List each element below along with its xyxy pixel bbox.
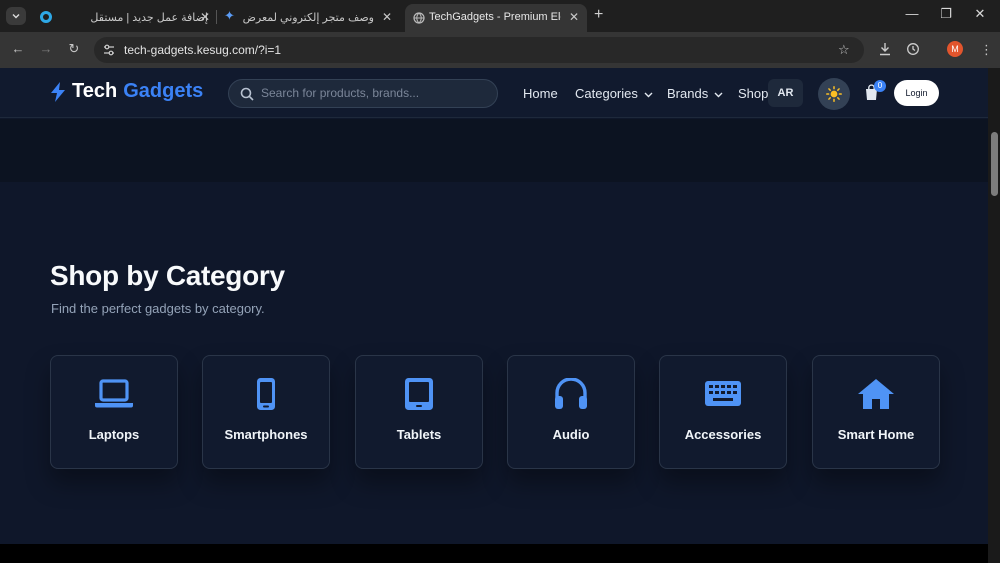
- laptop-icon: [95, 379, 133, 408]
- category-card-laptops[interactable]: Laptops: [50, 355, 178, 469]
- page-viewport: Tech Gadgets Home Categories Brands Shop…: [0, 68, 988, 563]
- cart-count-badge: 0: [874, 80, 886, 92]
- browser-tab-techgadgets[interactable]: TechGadgets - Premium Electro ✕: [405, 4, 587, 32]
- sun-icon: [826, 86, 842, 102]
- hero-banner-strip: [0, 119, 988, 182]
- tab-title: TechGadgets - Premium Electro: [429, 11, 561, 23]
- history-icon[interactable]: [906, 42, 920, 56]
- back-icon[interactable]: ←: [10, 41, 26, 56]
- browser-tab-mostaql[interactable]: إضافة عمل جديد | مستقل ✕: [34, 4, 214, 32]
- tab-favicon-icon: [40, 11, 52, 23]
- nav-home-link[interactable]: Home: [523, 86, 558, 101]
- theme-toggle-button[interactable]: [818, 78, 850, 110]
- site-header: Tech Gadgets Home Categories Brands Shop…: [0, 68, 988, 118]
- chevron-down-icon: [12, 14, 20, 19]
- search-icon: [240, 87, 254, 101]
- category-card-audio[interactable]: Audio: [507, 355, 635, 469]
- headphones-icon: [555, 378, 587, 409]
- browser-tab-bar: إضافة عمل جديد | مستقل ✕ ✦ وصف متجر إلكت…: [0, 0, 1000, 32]
- forward-icon[interactable]: →: [38, 41, 54, 56]
- tab-title: وصف متجر إلكتروني لمعرض الأ...: [242, 12, 374, 24]
- site-logo[interactable]: Tech Gadgets: [50, 80, 203, 103]
- tab-close-icon[interactable]: ✕: [567, 10, 581, 24]
- new-tab-icon[interactable]: +: [594, 6, 603, 24]
- download-icon[interactable]: [878, 42, 892, 56]
- shop-by-category-section: Shop by Category Find the perfect gadget…: [0, 182, 988, 544]
- category-card-smartphones[interactable]: Smartphones: [202, 355, 330, 469]
- nav-categories-label: Categories: [575, 86, 638, 101]
- logo-word-gadgets: Gadgets: [123, 80, 204, 102]
- category-label: Laptops: [88, 427, 140, 442]
- tab-close-icon[interactable]: ✕: [198, 10, 212, 24]
- category-label: Accessories: [684, 427, 762, 442]
- section-title: Shop by Category: [50, 260, 285, 291]
- category-card-tablets[interactable]: Tablets: [355, 355, 483, 469]
- url-text[interactable]: tech-gadgets.kesug.com/?i=1: [124, 43, 281, 57]
- globe-icon: [413, 12, 425, 24]
- profile-avatar[interactable]: M: [947, 41, 963, 57]
- category-card-accessories[interactable]: Accessories: [659, 355, 787, 469]
- browser-tab-gemini[interactable]: ✦ وصف متجر إلكتروني لمعرض الأ... ✕: [220, 4, 400, 32]
- restore-icon[interactable]: ❐: [936, 6, 956, 22]
- search-box: [228, 79, 498, 108]
- tab-separator: [216, 10, 217, 24]
- category-card-smart-home[interactable]: Smart Home: [812, 355, 940, 469]
- nav-brands-dropdown[interactable]: Brands: [667, 86, 723, 101]
- tab-close-icon[interactable]: ✕: [380, 10, 394, 24]
- keyboard-icon: [705, 381, 741, 406]
- gemini-sparkle-icon: ✦: [224, 8, 235, 23]
- tab-title: إضافة عمل جديد | مستقل: [90, 12, 208, 24]
- category-label: Smart Home: [837, 427, 915, 442]
- window-close-icon[interactable]: ✕: [970, 6, 990, 22]
- category-label: Smartphones: [224, 427, 308, 442]
- next-section-strip: [0, 544, 988, 563]
- category-label: Audio: [552, 427, 590, 442]
- minimize-icon[interactable]: —: [902, 6, 922, 21]
- login-button[interactable]: Login: [894, 80, 939, 106]
- tab-search-button[interactable]: [6, 7, 26, 25]
- nav-shop-link[interactable]: Shop: [738, 86, 768, 101]
- lightning-bolt-icon: [51, 81, 65, 102]
- menu-kebab-icon[interactable]: ⋮: [980, 42, 993, 58]
- search-input[interactable]: [261, 86, 491, 100]
- reload-icon[interactable]: ↻: [66, 41, 82, 57]
- home-icon: [858, 379, 894, 409]
- nav-categories-dropdown[interactable]: Categories: [575, 86, 653, 101]
- smartphone-icon: [257, 378, 275, 410]
- site-settings-icon[interactable]: [102, 43, 116, 57]
- nav-brands-label: Brands: [667, 86, 709, 101]
- category-label: Tablets: [396, 427, 442, 442]
- section-subtitle: Find the perfect gadgets by category.: [51, 301, 265, 316]
- language-toggle-button[interactable]: AR: [768, 79, 803, 107]
- scrollbar-thumb[interactable]: [991, 132, 998, 196]
- chevron-down-icon: [644, 92, 652, 98]
- bookmark-star-icon[interactable]: ☆: [838, 42, 850, 58]
- logo-word-tech: Tech: [72, 80, 118, 102]
- tablet-icon: [405, 378, 433, 410]
- chevron-down-icon: [714, 92, 723, 98]
